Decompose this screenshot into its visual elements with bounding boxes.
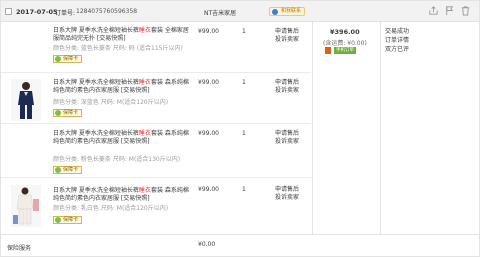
item-service-links: 申请售后 投诉卖家 (275, 79, 311, 95)
complain-seller-link[interactable]: 投诉卖家 (275, 87, 311, 95)
item-price: ¥99.00 (198, 79, 219, 86)
item-service-links: 申请售后 投诉卖家 (275, 186, 311, 202)
item-attributes: 颜色分类: 粉色长菱条 尺码: M(适合130斤以内) (53, 156, 181, 163)
wangwang-icon (272, 9, 278, 15)
guarantee-tag[interactable]: 保障卡 (53, 166, 83, 174)
guarantee-icon (55, 56, 61, 62)
item-qty: 1 (242, 186, 246, 193)
shop-name-link[interactable]: NT吉米家居 (204, 8, 236, 17)
order-item-row: 日系大牌 夏季水洗全棉短袖长裤睡衣套装 森系纯棉纯色简约素色内衣家居服 [交易快… (1, 124, 311, 178)
item-attributes: 颜色分类: 乳白色 尺码: M(适合120斤以内) (53, 205, 169, 212)
complain-seller-link[interactable]: 投诉卖家 (275, 194, 311, 202)
item-service-links: 申请售后 投诉卖家 (275, 130, 311, 146)
item-title-link[interactable]: 日系大牌 夏季水洗全棉短袖长裤睡衣套装 全棉家居服简品纯完无扑 [交易快照] (53, 27, 193, 43)
item-price: ¥99.00 (198, 130, 219, 137)
order-item-row: 日系大牌 夏季水洗全棉短袖长裤睡衣套装 森系纯棉纯色简约素色内衣家居服 [交易快… (1, 73, 311, 124)
order-number-label: 订单号: (55, 10, 76, 17)
order-number: 1284075760596358 (76, 8, 138, 15)
item-title-link[interactable]: 日系大牌 夏季水洗全棉短袖长裤睡衣套装 森系纯棉纯色简约素色内衣家居服 [交易快… (53, 187, 193, 203)
apply-after-sale-link[interactable]: 申请售后 (275, 79, 311, 87)
order-date: 2017-07-05 (16, 8, 58, 16)
contact-seller-label: 和我联系 (281, 8, 302, 14)
item-qty: 1 (242, 130, 246, 137)
guarantee-icon (55, 167, 61, 173)
item-price: ¥99.00 (198, 28, 219, 35)
apply-after-sale-link[interactable]: 申请售后 (275, 130, 311, 138)
payment-flag-icon (325, 47, 331, 54)
header-actions (428, 5, 471, 16)
share-icon[interactable] (428, 5, 439, 16)
product-thumbnail[interactable] (11, 79, 41, 121)
item-title-link[interactable]: 日系大牌 夏季水洗全棉短袖长裤睡衣套装 森系纯棉纯色简约素色内衣家居服 [交易快… (53, 79, 193, 95)
guarantee-icon (55, 110, 61, 116)
order-item-row: 日系大牌 夏季水洗全棉短袖长裤睡衣套装 全棉家居服简品纯完无扑 [交易快照] 颜… (1, 22, 311, 73)
apply-after-sale-link[interactable]: 申请售后 (275, 28, 311, 36)
review-status-link[interactable]: 双方已评 (385, 45, 409, 54)
insurance-label: 保险服务 (7, 245, 32, 252)
column-divider (380, 22, 381, 234)
item-price: ¥99.00 (198, 186, 219, 193)
insurance-price: ¥0.00 (198, 241, 216, 248)
item-qty: 1 (242, 79, 246, 86)
order-total: ¥396.00 (330, 28, 360, 36)
contact-seller-button[interactable]: 和我联系 (269, 7, 306, 16)
complain-seller-link[interactable]: 投诉卖家 (275, 138, 311, 146)
order-item-row: 日系大牌 夏季水洗全棉短袖长裤睡衣套装 森系纯棉纯色简约素色内衣家居服 [交易快… (1, 178, 311, 234)
apply-after-sale-link[interactable]: 申请售后 (275, 186, 311, 194)
item-qty: 1 (242, 28, 246, 35)
order-detail-link[interactable]: 订单详情 (385, 36, 409, 45)
complain-seller-link[interactable]: 投诉卖家 (275, 36, 311, 44)
status-text: 交易成功 (385, 28, 410, 35)
guarantee-icon (55, 217, 61, 223)
item-title-link[interactable]: 日系大牌 夏季水洗全棉短袖长裤睡衣套装 森系纯棉纯色简约素色内衣家居服 [交易快… (53, 130, 193, 146)
guarantee-tag[interactable]: 保障卡 (53, 216, 83, 224)
product-thumbnail[interactable] (11, 185, 41, 227)
column-divider (312, 22, 313, 234)
order-status: 交易成功 订单详情 双方已评 (385, 27, 409, 54)
item-service-links: 申请售后 投诉卖家 (275, 28, 311, 44)
insurance-row: 保险服务 ¥0.00 (1, 234, 479, 256)
item-attributes: 颜色分类: 深蓝色 尺码: M(适合120斤以内) (53, 99, 169, 106)
order-select-checkbox[interactable] (5, 8, 12, 15)
mobile-order-badge: 手机订单 (334, 47, 356, 54)
guarantee-tag[interactable]: 保障卡 (53, 55, 83, 63)
flag-icon[interactable] (444, 5, 455, 16)
guarantee-tag[interactable]: 保障卡 (53, 109, 83, 117)
item-attributes: 颜色分类: 蓝色长菱条 尺码: 码 (适合115斤以内) (53, 45, 183, 52)
trash-icon[interactable] (460, 5, 471, 16)
order-header: 2017-07-05 订单号: 1284075760596358 NT吉米家居 … (1, 1, 479, 22)
shipping-fee: (含运费: ¥0.00) (323, 40, 367, 47)
